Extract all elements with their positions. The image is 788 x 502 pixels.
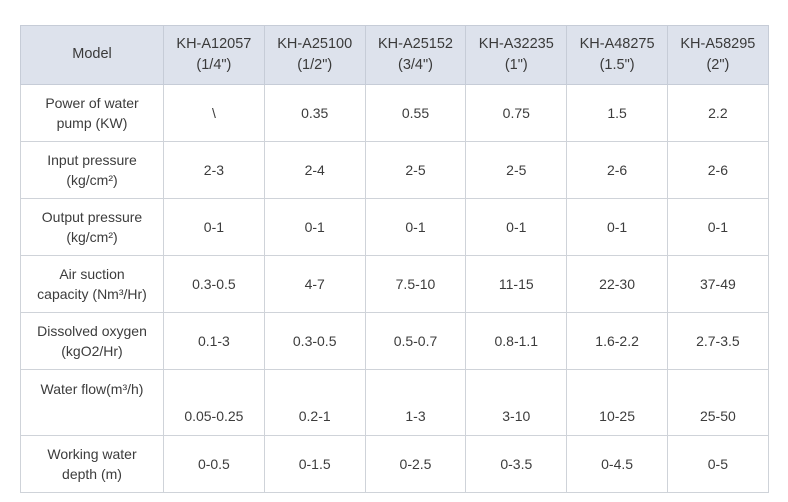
table-row: Water flow(m³/h) 0.05-0.25 0.2-1 1-3 3-1… bbox=[20, 369, 769, 436]
table-row: Dissolved oxygen (kgO2/Hr) 0.1-3 0.3-0.5… bbox=[20, 312, 769, 370]
row-label-line-1: Working water bbox=[47, 445, 137, 462]
cell-value: 0.35 bbox=[263, 84, 366, 142]
cell-value: 0.75 bbox=[465, 84, 568, 142]
model-code: KH-A12057 bbox=[176, 35, 252, 52]
cell-value: 2.7-3.5 bbox=[666, 312, 769, 370]
cell-value: 2-4 bbox=[263, 141, 366, 199]
row-label-line-2: (kgO2/Hr) bbox=[61, 343, 123, 359]
cell-value: 0-3.5 bbox=[465, 435, 568, 493]
cell-value: 0.2-1 bbox=[263, 369, 366, 436]
row-label-dissolved-oxygen: Dissolved oxygen (kgO2/Hr) bbox=[20, 312, 164, 370]
cell-value: 0.8-1.1 bbox=[465, 312, 568, 370]
cell-value: 2-6 bbox=[566, 141, 668, 199]
header-cell-model-4: KH-A32235 (1") bbox=[465, 25, 568, 85]
row-label-line-2: capacity (Nm³/Hr) bbox=[37, 286, 147, 302]
header-cell-model-6: KH-A58295 (2") bbox=[666, 25, 769, 85]
cell-value: 0-5 bbox=[666, 435, 769, 493]
header-cell-model-2: KH-A25100 (1/2") bbox=[263, 25, 366, 85]
model-size: (1/4") bbox=[196, 57, 232, 73]
cell-value: 0-0.5 bbox=[163, 435, 265, 493]
model-size: (3/4") bbox=[398, 57, 433, 73]
header-cell-model-1: KH-A12057 (1/4") bbox=[163, 25, 265, 85]
cell-value: 0-1 bbox=[163, 198, 265, 256]
row-label-line-1: Output pressure bbox=[41, 208, 143, 225]
specification-table: Model KH-A12057 (1/4") KH-A25100 (1/2") … bbox=[20, 25, 769, 493]
model-code: KH-A58295 bbox=[680, 35, 756, 52]
table-row: Working water depth (m) 0-0.5 0-1.5 0-2.… bbox=[20, 435, 769, 493]
cell-value: 22-30 bbox=[566, 255, 668, 313]
table-header: Model KH-A12057 (1/4") KH-A25100 (1/2") … bbox=[20, 25, 769, 85]
cell-value: 0-1 bbox=[263, 198, 366, 256]
header-row: Model KH-A12057 (1/4") KH-A25100 (1/2") … bbox=[20, 25, 769, 85]
cell-value: 0.05-0.25 bbox=[163, 369, 265, 436]
table-row: Air suction capacity (Nm³/Hr) 0.3-0.5 4-… bbox=[20, 255, 769, 313]
model-size: (1/2") bbox=[297, 57, 333, 73]
row-label-line-2: (kg/cm²) bbox=[66, 229, 118, 245]
row-label-line-2: pump (KW) bbox=[56, 115, 128, 131]
cell-value: 0-1 bbox=[566, 198, 668, 256]
header-cell-model-label: Model bbox=[20, 25, 164, 85]
cell-value: 3-10 bbox=[465, 369, 568, 436]
cell-value: 1.6-2.2 bbox=[566, 312, 668, 370]
model-size: (2") bbox=[706, 57, 730, 73]
cell-value: 37-49 bbox=[666, 255, 769, 313]
cell-value: 0-1 bbox=[666, 198, 769, 256]
table-row: Power of water pump (KW) \ 0.35 0.55 0.7… bbox=[20, 84, 769, 142]
cell-value: 0.3-0.5 bbox=[263, 312, 366, 370]
row-label-line-1: Water flow(m³/h) bbox=[40, 381, 144, 397]
cell-value: 0.1-3 bbox=[163, 312, 265, 370]
table-row: Input pressure (kg/cm²) 2-3 2-4 2-5 2-5 … bbox=[20, 141, 769, 199]
row-label-air-suction-capacity: Air suction capacity (Nm³/Hr) bbox=[20, 255, 164, 313]
cell-value: 0.3-0.5 bbox=[163, 255, 265, 313]
model-code: KH-A32235 bbox=[478, 35, 554, 52]
cell-value: 25-50 bbox=[666, 369, 769, 436]
model-code: KH-A48275 bbox=[579, 35, 655, 52]
specification-table-container: Model KH-A12057 (1/4") KH-A25100 (1/2") … bbox=[20, 25, 769, 493]
cell-value: 4-7 bbox=[263, 255, 366, 313]
model-size: (1") bbox=[504, 57, 528, 73]
row-label-input-pressure: Input pressure (kg/cm²) bbox=[20, 141, 164, 199]
cell-value: 0.5-0.7 bbox=[364, 312, 467, 370]
cell-value: 1.5 bbox=[566, 84, 668, 142]
cell-value: 2-3 bbox=[163, 141, 265, 199]
cell-value: \ bbox=[163, 84, 265, 142]
row-label-output-pressure: Output pressure (kg/cm²) bbox=[20, 198, 164, 256]
row-label-working-water-depth: Working water depth (m) bbox=[20, 435, 164, 493]
cell-value: 0-2.5 bbox=[364, 435, 467, 493]
cell-value: 7.5-10 bbox=[364, 255, 467, 313]
cell-value: 11-15 bbox=[465, 255, 568, 313]
row-label-line-1: Power of water bbox=[45, 94, 139, 111]
cell-value: 0-1 bbox=[364, 198, 467, 256]
cell-value: 2-5 bbox=[465, 141, 568, 199]
cell-value: 1-3 bbox=[364, 369, 467, 436]
header-cell-model-3: KH-A25152 (3/4") bbox=[364, 25, 467, 85]
model-size: (1.5") bbox=[599, 57, 635, 73]
row-label-water-flow: Water flow(m³/h) bbox=[20, 369, 164, 436]
cell-value: 0-1.5 bbox=[263, 435, 366, 493]
cell-value: 0-4.5 bbox=[566, 435, 668, 493]
model-code: KH-A25100 bbox=[277, 35, 353, 52]
model-code: KH-A25152 bbox=[378, 35, 453, 52]
cell-value: 0-1 bbox=[465, 198, 568, 256]
row-label-power-of-water-pump: Power of water pump (KW) bbox=[20, 84, 164, 142]
cell-value: 0.55 bbox=[364, 84, 467, 142]
row-label-line-1: Air suction bbox=[59, 265, 125, 282]
table-body: Power of water pump (KW) \ 0.35 0.55 0.7… bbox=[20, 84, 769, 493]
cell-value: 2-5 bbox=[364, 141, 467, 199]
row-label-line-2: (kg/cm²) bbox=[66, 172, 118, 188]
header-cell-model-5: KH-A48275 (1.5") bbox=[566, 25, 668, 85]
row-label-line-1: Dissolved oxygen bbox=[37, 322, 147, 339]
row-label-line-1: Input pressure bbox=[47, 151, 137, 168]
cell-value: 2-6 bbox=[666, 141, 769, 199]
cell-value: 2.2 bbox=[666, 84, 769, 142]
cell-value: 10-25 bbox=[566, 369, 668, 436]
table-row: Output pressure (kg/cm²) 0-1 0-1 0-1 0-1… bbox=[20, 198, 769, 256]
row-label-line-2: depth (m) bbox=[62, 466, 122, 482]
